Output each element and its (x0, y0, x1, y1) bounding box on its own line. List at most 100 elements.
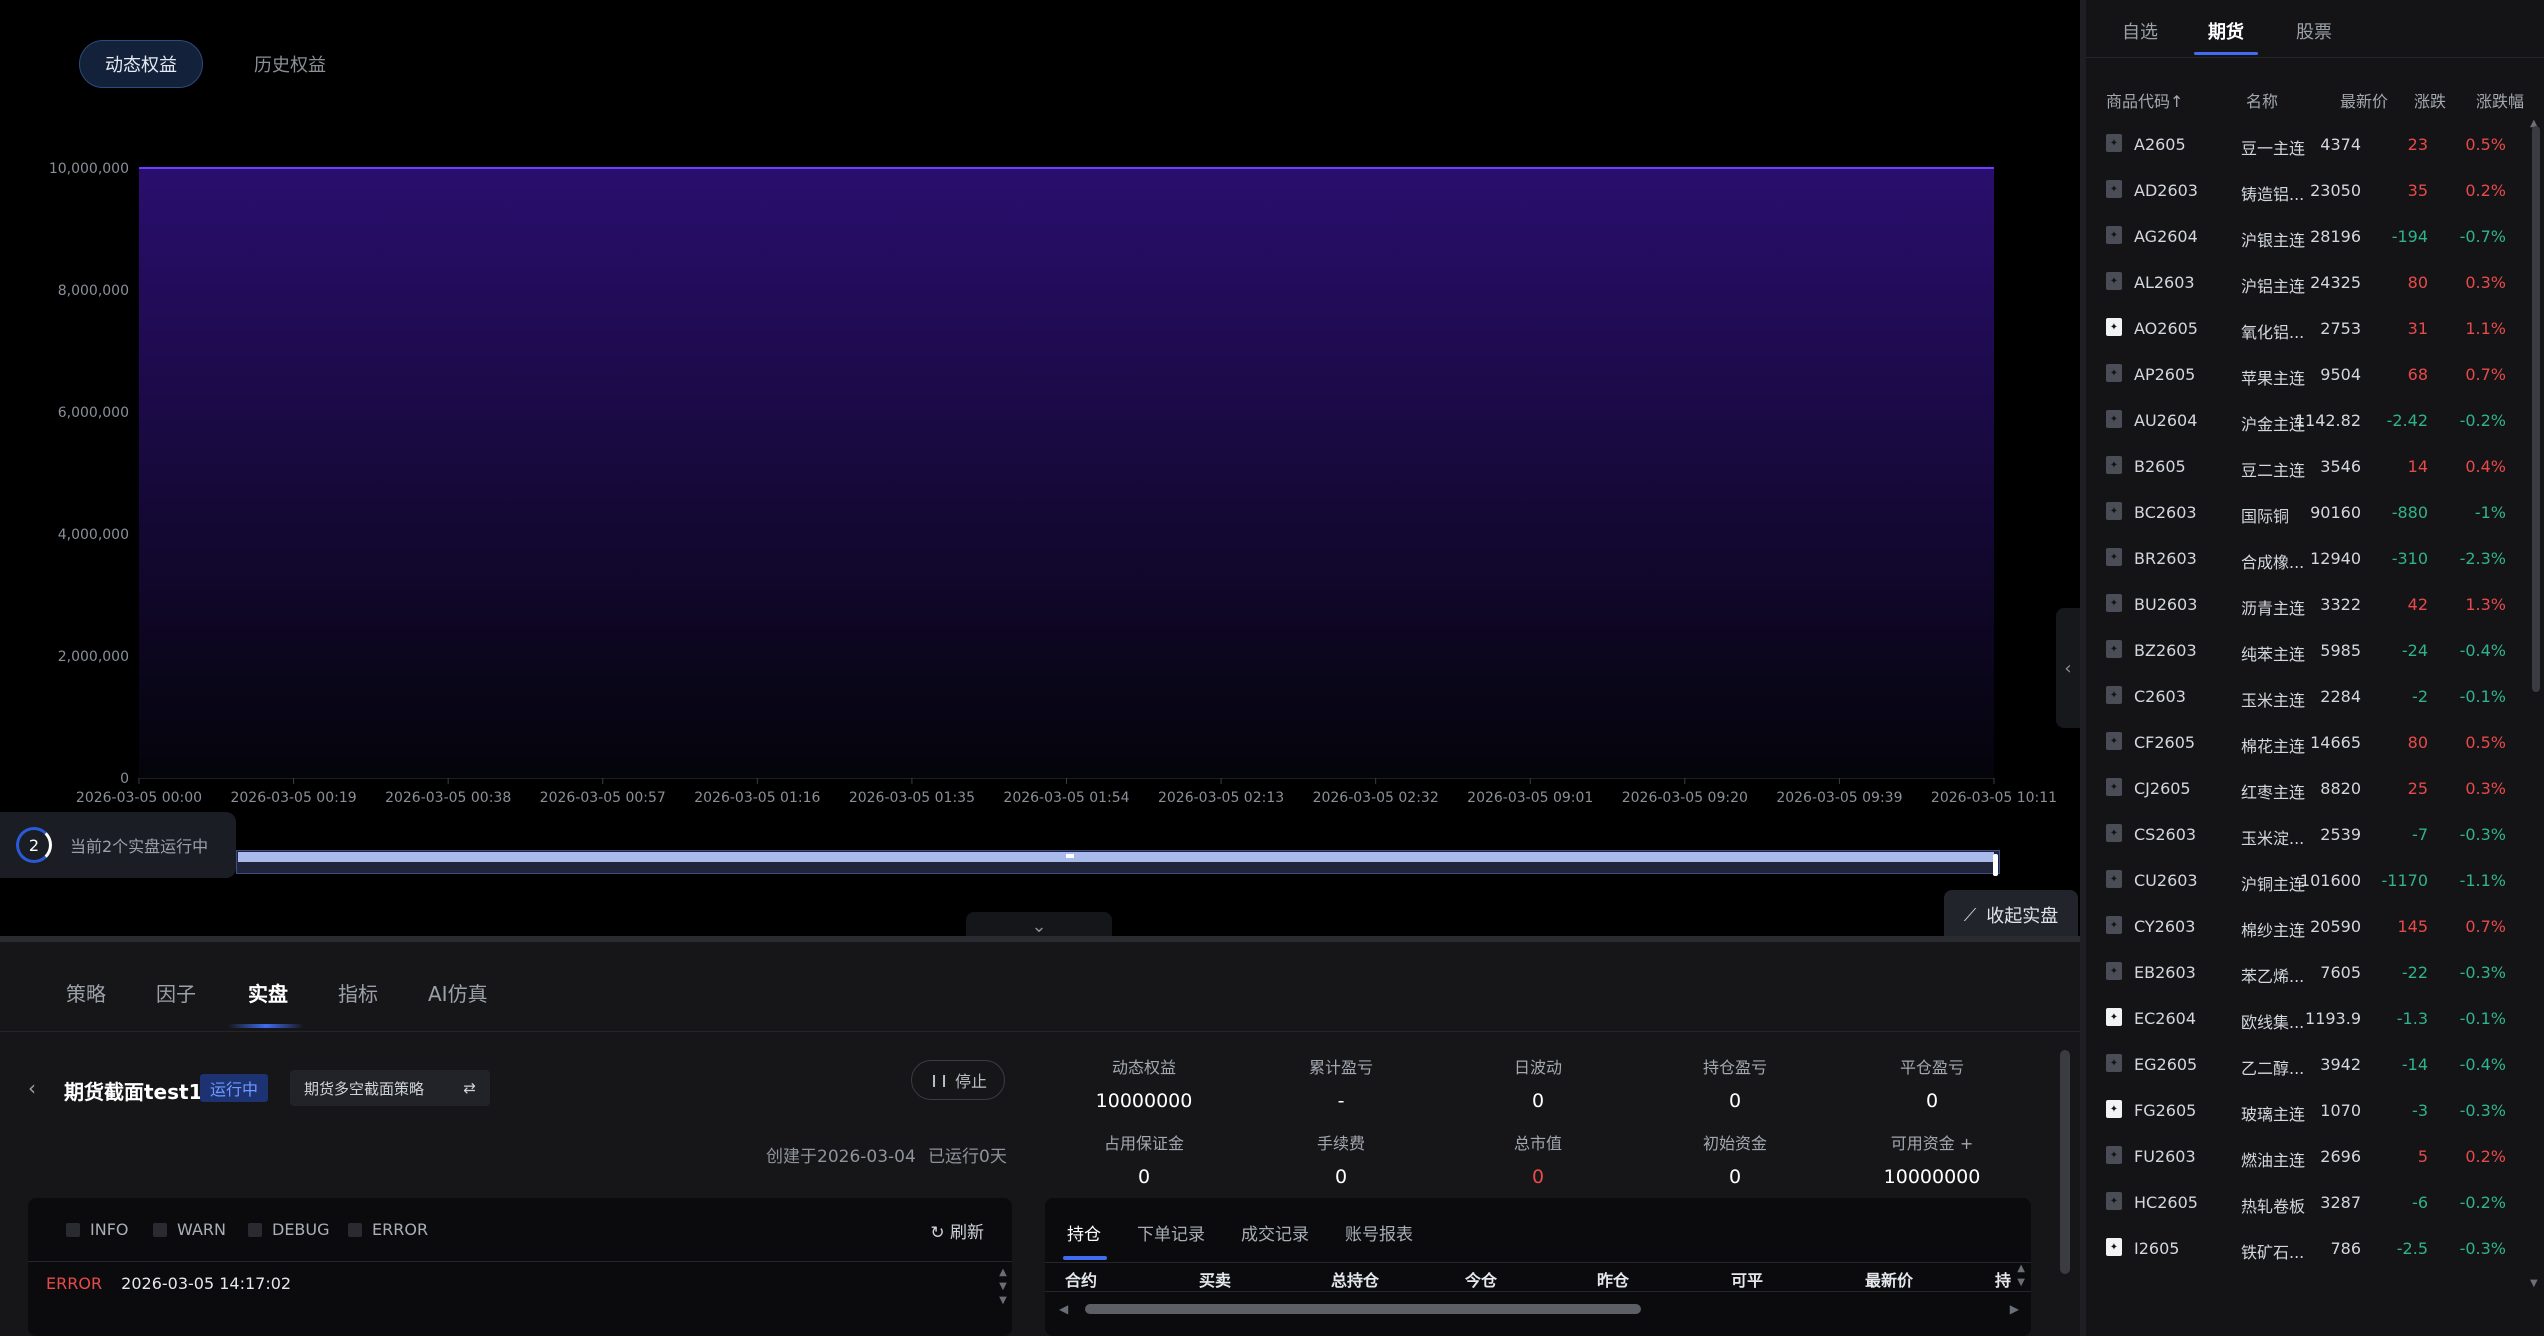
bookmark-icon[interactable]: ✦ (2106, 1146, 2122, 1164)
table-row[interactable]: ✦ C2603 玉米主连 2284 -2 -0.1% (2086, 674, 2526, 720)
bookmark-icon[interactable]: ✦ (2106, 732, 2122, 750)
bookmark-icon[interactable]: ✦ (2106, 1192, 2122, 1210)
table-row[interactable]: ✦ EB2603 苯乙烯... 7605 -22 -0.3% (2086, 950, 2526, 996)
nav-indicator[interactable]: 指标 (338, 978, 378, 1007)
bookmark-icon[interactable]: ✦ (2106, 180, 2122, 198)
table-row[interactable]: ✦ AO2605 氧化铝... 2753 31 1.1% (2086, 306, 2526, 352)
bookmark-icon[interactable]: ✦ (2106, 456, 2122, 474)
bookmark-icon[interactable]: ✦ (2106, 134, 2122, 152)
slider-range[interactable] (238, 852, 1994, 862)
market-scrollbar[interactable] (2532, 126, 2540, 692)
chart-range-slider[interactable] (236, 848, 2000, 878)
positions-hscrollbar[interactable]: ◀ ▶ (1059, 1302, 2019, 1316)
nav-strategy[interactable]: 策略 (66, 978, 106, 1007)
back-button[interactable]: ‹ (28, 1076, 36, 1100)
table-row[interactable]: ✦ AD2603 铸造铝... 23050 35 0.2% (2086, 168, 2526, 214)
table-row[interactable]: ✦ CS2603 玉米淀... 2539 -7 -0.3% (2086, 812, 2526, 858)
table-row[interactable]: ✦ B2605 豆二主连 3546 14 0.4% (2086, 444, 2526, 490)
bookmark-icon[interactable]: ✦ (2106, 962, 2122, 980)
bottom-panel-scrollbar[interactable] (2060, 1032, 2070, 1332)
bookmark-icon[interactable]: ✦ (2106, 916, 2122, 934)
tab-positions[interactable]: 持仓 (1067, 1220, 1101, 1245)
hscroll-thumb[interactable] (1085, 1304, 1641, 1314)
bookmark-icon[interactable]: ✦ (2106, 1008, 2122, 1026)
refresh-button[interactable]: ↻ 刷新 (930, 1218, 984, 1243)
tab-account-report[interactable]: 账号报表 (1345, 1220, 1413, 1245)
table-row[interactable]: ✦ AU2604 沪金主连 1142.82 -2.42 -0.2% (2086, 398, 2526, 444)
tab-history-equity[interactable]: 历史权益 (230, 40, 350, 88)
table-row[interactable]: ✦ CF2605 棉花主连 14665 80 0.5% (2086, 720, 2526, 766)
table-row[interactable]: ✦ FG2605 玻璃主连 1070 -3 -0.3% (2086, 1088, 2526, 1134)
filter-warn[interactable]: WARN (153, 1220, 226, 1239)
bookmark-icon[interactable]: ✦ (2106, 594, 2122, 612)
slider-handle[interactable] (1993, 854, 1998, 876)
tab-futures[interactable]: 期货 (2208, 18, 2244, 44)
table-row[interactable]: ✦ EG2605 乙二醇... 3942 -14 -0.4% (2086, 1042, 2526, 1088)
strategy-select[interactable]: 期货多空截面策略 ⇄ (290, 1070, 490, 1106)
stat-available-funds[interactable]: 可用资金 + 10000000 (1832, 1130, 2032, 1188)
scroll-left-icon[interactable]: ◀ (1059, 1302, 1068, 1316)
table-row[interactable]: ✦ CJ2605 红枣主连 8820 25 0.3% (2086, 766, 2526, 812)
nav-ai-sim[interactable]: AI仿真 (428, 978, 488, 1007)
table-row[interactable]: ✦ BU2603 沥青主连 3322 42 1.3% (2086, 582, 2526, 628)
table-row[interactable]: ✦ BC2603 国际铜 90160 -880 -1% (2086, 490, 2526, 536)
scroll-thumb[interactable] (2060, 1050, 2070, 1274)
bookmark-icon[interactable]: ✦ (2106, 364, 2122, 382)
table-row[interactable]: ✦ AP2605 苹果主连 9504 68 0.7% (2086, 352, 2526, 398)
table-row[interactable]: ✦ EC2604 欧线集... 1193.9 -1.3 -0.1% (2086, 996, 2526, 1042)
expand-sidebar-button[interactable]: ‹ (2056, 608, 2080, 728)
filter-info[interactable]: INFO (66, 1220, 128, 1239)
bookmark-icon[interactable]: ✦ (2106, 548, 2122, 566)
bookmark-icon[interactable]: ✦ (2106, 226, 2122, 244)
scroll-right-icon[interactable]: ▶ (2010, 1302, 2019, 1316)
bookmark-icon[interactable]: ✦ (2106, 640, 2122, 658)
table-row[interactable]: ✦ AL2603 沪铝主连 24325 80 0.3% (2086, 260, 2526, 306)
fold-live-button[interactable]: ⟋ 收起实盘 (1944, 890, 2078, 940)
table-row[interactable]: ✦ BZ2603 纯苯主连 5985 -24 -0.4% (2086, 628, 2526, 674)
bookmark-icon[interactable]: ✦ (2106, 1238, 2122, 1256)
row-change: 68 (2407, 365, 2428, 384)
nav-factor[interactable]: 因子 (156, 978, 196, 1007)
filter-debug[interactable]: DEBUG (248, 1220, 330, 1239)
stop-button[interactable]: ❙❙ 停止 (911, 1060, 1005, 1100)
checkbox-icon[interactable] (153, 1222, 167, 1237)
tab-watchlist[interactable]: 自选 (2122, 18, 2158, 44)
table-row[interactable]: ✦ CU2603 沪铜主连 101600 -1170 -1.1% (2086, 858, 2526, 904)
bookmark-icon[interactable]: ✦ (2106, 1054, 2122, 1072)
table-row[interactable]: ✦ AG2604 沪银主连 28196 -194 -0.7% (2086, 214, 2526, 260)
positions-vscrollbar[interactable]: ▲ ▼ (2017, 1262, 2025, 1290)
table-row[interactable]: ✦ HC2605 热轧卷板 3287 -6 -0.2% (2086, 1180, 2526, 1226)
row-name: 玉米主连 (2241, 691, 2306, 710)
col-code[interactable]: 商品代码↑ (2106, 88, 2183, 112)
nav-live[interactable]: 实盘 (248, 978, 288, 1007)
table-row[interactable]: ✦ I2605 铁矿石... 786 -2.5 -0.3% (2086, 1226, 2526, 1272)
log-scrollbar[interactable]: ▲ ▼ ▼ (998, 1266, 1008, 1326)
scroll-down-icon[interactable]: ▼ (2530, 1278, 2538, 1289)
running-indicator[interactable]: 2 当前2个实盘运行中 (0, 812, 236, 878)
bookmark-icon[interactable]: ✦ (2106, 686, 2122, 704)
checkbox-icon[interactable] (248, 1222, 262, 1237)
table-row[interactable]: ✦ A2605 豆一主连 4374 23 0.5% (2086, 122, 2526, 168)
row-code: AD2603 (2134, 181, 2198, 200)
tab-stocks[interactable]: 股票 (2296, 18, 2332, 44)
bookmark-icon[interactable]: ✦ (2106, 318, 2122, 336)
row-name: 欧线集... (2241, 1013, 2305, 1032)
slider-grip-icon[interactable] (1066, 854, 1074, 858)
tab-trades[interactable]: 成交记录 (1241, 1220, 1309, 1245)
bookmark-icon[interactable]: ✦ (2106, 778, 2122, 796)
bookmark-icon[interactable]: ✦ (2106, 272, 2122, 290)
bookmark-icon[interactable]: ✦ (2106, 410, 2122, 428)
table-row[interactable]: ✦ FU2603 燃油主连 2696 5 0.2% (2086, 1134, 2526, 1180)
bookmark-icon[interactable]: ✦ (2106, 824, 2122, 842)
bookmark-icon[interactable]: ✦ (2106, 870, 2122, 888)
tab-orders[interactable]: 下单记录 (1137, 1220, 1205, 1245)
filter-error[interactable]: ERROR (348, 1220, 428, 1239)
tab-dynamic-equity[interactable]: 动态权益 (79, 40, 203, 88)
bookmark-icon[interactable]: ✦ (2106, 502, 2122, 520)
table-row[interactable]: ✦ CY2603 棉纱主连 20590 145 0.7% (2086, 904, 2526, 950)
bookmark-icon[interactable]: ✦ (2106, 1100, 2122, 1118)
checkbox-icon[interactable] (348, 1222, 362, 1237)
stat-value: 0 (1531, 1166, 1545, 1188)
checkbox-icon[interactable] (66, 1222, 80, 1237)
table-row[interactable]: ✦ BR2603 合成橡... 12940 -310 -2.3% (2086, 536, 2526, 582)
